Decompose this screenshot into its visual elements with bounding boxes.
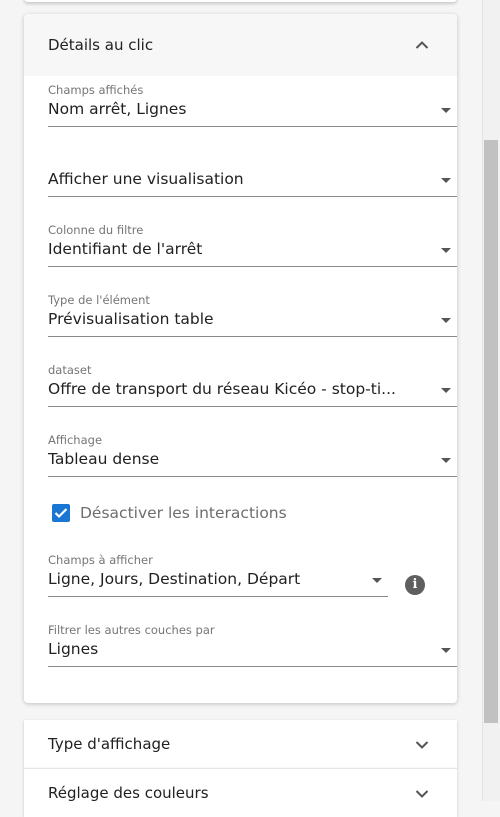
field-value: Offre de transport du réseau Kicéo - sto… <box>48 380 396 398</box>
field-label: Filtrer les autres couches par <box>48 623 215 637</box>
field-underline <box>48 126 457 127</box>
element-type-select[interactable]: Type de l'élément Prévisualisation table <box>48 292 457 338</box>
info-icon[interactable]: i <box>405 575 425 595</box>
field-value: Lignes <box>48 640 99 658</box>
chevron-up-icon[interactable] <box>415 40 429 50</box>
scrollbar-thumb[interactable] <box>484 140 498 723</box>
click-details-header[interactable]: Détails au clic <box>24 14 457 76</box>
field-value: Identifiant de l'arrêt <box>48 240 203 258</box>
filter-column-select[interactable]: Colonne du filtre Identifiant de l'arrêt <box>48 222 457 268</box>
field-underline <box>48 476 457 477</box>
click-details-panel: Détails au clic Champs affichés Nom arrê… <box>24 14 457 703</box>
field-label: Champs à afficher <box>48 553 153 567</box>
display-mode-select[interactable]: Affichage Tableau dense <box>48 432 457 478</box>
field-value: Afficher une visualisation <box>48 170 244 188</box>
field-underline <box>48 596 388 597</box>
chevron-down-icon[interactable] <box>415 740 429 750</box>
field-value: Prévisualisation table <box>48 310 214 328</box>
previous-section-card <box>24 0 457 2</box>
caret-down-icon <box>441 248 451 253</box>
field-underline <box>48 666 457 667</box>
check-icon <box>54 508 68 519</box>
field-value: Ligne, Jours, Destination, Départ <box>48 570 301 588</box>
display-type-section[interactable]: Type d'affichage <box>24 720 457 768</box>
disable-interactions-label: Désactiver les interactions <box>80 504 287 522</box>
dataset-select[interactable]: dataset Offre de transport du réseau Kic… <box>48 362 457 408</box>
field-underline <box>48 336 457 337</box>
field-label: dataset <box>48 363 92 377</box>
field-underline <box>48 406 457 407</box>
caret-down-icon <box>441 458 451 463</box>
caret-down-icon <box>441 108 451 113</box>
field-label: Affichage <box>48 433 103 447</box>
section-title: Type d'affichage <box>48 735 171 753</box>
chevron-down-icon[interactable] <box>415 789 429 799</box>
visualization-select[interactable]: Afficher une visualisation <box>48 152 457 198</box>
caret-down-icon <box>441 318 451 323</box>
field-underline <box>48 266 457 267</box>
field-label: Colonne du filtre <box>48 223 144 237</box>
disable-interactions-checkbox[interactable] <box>52 504 70 522</box>
caret-down-icon <box>441 388 451 393</box>
field-value: Nom arrêt, Lignes <box>48 100 187 118</box>
field-underline <box>48 196 457 197</box>
color-settings-section[interactable]: Réglage des couleurs <box>24 768 457 817</box>
filter-other-layers-select[interactable]: Filtrer les autres couches par Lignes <box>48 622 457 668</box>
caret-down-icon <box>441 648 451 653</box>
fields-to-show-select[interactable]: Champs à afficher Ligne, Jours, Destinat… <box>48 552 388 598</box>
panel-title: Détails au clic <box>48 36 154 54</box>
field-label: Champs affichés <box>48 83 144 97</box>
field-value: Tableau dense <box>48 450 160 468</box>
section-title: Réglage des couleurs <box>48 784 209 802</box>
caret-down-icon <box>372 578 382 583</box>
field-label: Type de l'élément <box>48 293 150 307</box>
caret-down-icon <box>441 178 451 183</box>
displayed-fields-select[interactable]: Champs affichés Nom arrêt, Lignes <box>48 82 457 128</box>
